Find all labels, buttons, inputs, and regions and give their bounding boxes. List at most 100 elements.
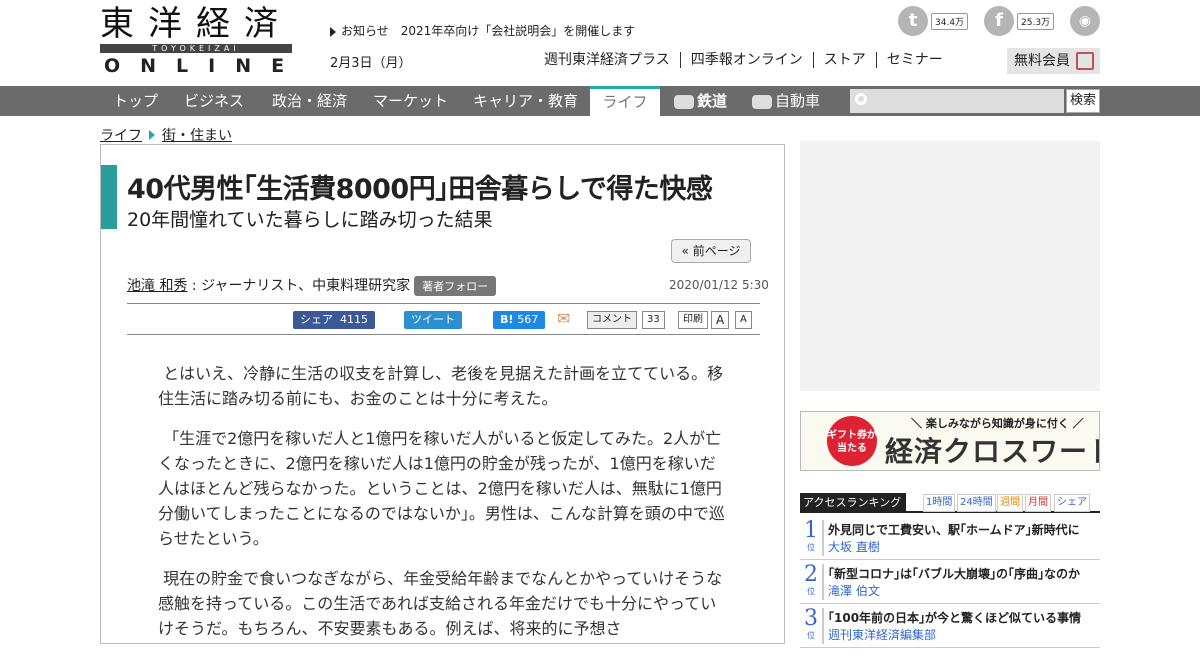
rank-title: ｢新型コロナ｣は｢バブル大崩壊｣の｢序曲｣なのか bbox=[828, 567, 1081, 581]
hatena-count: 567 bbox=[517, 313, 539, 326]
rank-number: 1 bbox=[804, 518, 818, 543]
comment-count: 33 bbox=[642, 311, 665, 329]
nav-politics-economy[interactable]: 政治・経済 bbox=[272, 86, 347, 116]
twitter-follow[interactable]: t 34.4万 bbox=[898, 6, 969, 36]
rss-link[interactable]: ◉ bbox=[1070, 6, 1100, 36]
ranking-item[interactable]: 2 位 ｢新型コロナ｣は｢バブル大崩壊｣の｢序曲｣なのか 滝澤 伯文 bbox=[800, 560, 1100, 604]
rss-icon: ◉ bbox=[1070, 6, 1100, 36]
print-button[interactable]: 印刷 bbox=[678, 311, 708, 329]
nav-top[interactable]: トップ bbox=[113, 86, 158, 116]
breadcrumb-life[interactable]: ライフ bbox=[100, 128, 142, 144]
site-header: 東洋経済 TOYOKEIZAI ONLINE お知らせ 2021年卒向け「会社説… bbox=[0, 0, 1200, 86]
nav-railway-label: 鉄道 bbox=[697, 92, 728, 110]
rank-unit: 位 bbox=[807, 543, 815, 552]
published-date: 2020/01/12 5:30 bbox=[669, 278, 769, 292]
link-toyo-plus[interactable]: 週刊東洋経済プラス bbox=[544, 52, 680, 68]
notice-link[interactable]: お知らせ 2021年卒向け「会社説明会」を開催します bbox=[330, 22, 635, 39]
crossword-banner[interactable]: ギフト券が当たる ＼ 楽しみながら知識が身に付く ／ 経済クロスワード bbox=[800, 411, 1100, 471]
paragraph-1: とはいえ、冷静に生活の収支を計算し、老後を見据えた計画を立てている。移住生活に踏… bbox=[158, 361, 728, 411]
follow-label: 著者フォロー bbox=[422, 280, 489, 293]
gift-icon bbox=[1076, 52, 1094, 70]
article: 40代男性｢生活費8000円｣田舎暮らしで得た快感 20年間憧れていた暮らしに踏… bbox=[100, 144, 785, 644]
breadcrumb: ライフ 街・住まい bbox=[100, 125, 232, 145]
rank-unit: 位 bbox=[807, 587, 815, 596]
nav-life[interactable]: ライフ bbox=[590, 86, 660, 116]
rank-author: 週刊東洋経済編集部 bbox=[828, 628, 937, 642]
train-icon bbox=[674, 94, 694, 109]
tweet-label: ツイート bbox=[411, 313, 455, 326]
rank-number: 2 bbox=[804, 562, 818, 587]
search-input[interactable] bbox=[850, 89, 1064, 113]
gift-badge: ギフト券が当たる bbox=[827, 416, 877, 466]
logo-band: TOYOKEIZAI bbox=[100, 44, 292, 53]
ranking-tab-share[interactable]: シェア bbox=[1054, 494, 1090, 512]
article-body: とはいえ、冷静に生活の収支を計算し、老後を見据えた計画を立てている。移住生活に踏… bbox=[158, 361, 728, 656]
ranking-tab-month[interactable]: 月間 bbox=[1025, 494, 1051, 512]
facebook-share-count: 4115 bbox=[340, 313, 368, 326]
link-seminar[interactable]: セミナー bbox=[875, 52, 953, 68]
current-date: 2月3日（月） bbox=[330, 56, 412, 71]
site-logo[interactable]: 東洋経済 TOYOKEIZAI ONLINE bbox=[100, 4, 292, 76]
author-line: 池滝 和秀 : ジャーナリスト、中東料理研究家 著者フォロー bbox=[127, 275, 497, 296]
font-small-button[interactable]: A bbox=[735, 311, 752, 329]
paragraph-2-text: 「生涯で2億円を稼いだ人と1億円を稼いだ人がいると仮定してみた。2人が亡くなった… bbox=[158, 429, 725, 548]
logo-online: ONLINE bbox=[104, 55, 305, 77]
rank-title: ｢100年前の日本｣が今と驚くほど似ている事情 bbox=[828, 611, 1082, 625]
car-icon bbox=[752, 94, 772, 109]
top-links: 週刊東洋経済プラス 四季報オンライン ストア セミナー bbox=[544, 52, 953, 68]
title-accent-bar bbox=[101, 165, 117, 229]
logo-kanji: 東洋経済 bbox=[100, 4, 292, 44]
ranking-item[interactable]: 1 位 外見同じで工費安い、駅｢ホームドア｣新時代に 大坂 直樹 bbox=[800, 516, 1100, 560]
article-subtitle: 20年間憧れていた暮らしに踏み切った結果 bbox=[127, 209, 493, 231]
ranking-label: アクセスランキング bbox=[800, 493, 906, 513]
facebook-share-button[interactable]: シェア 4115 bbox=[293, 311, 375, 329]
search-button[interactable]: 検索 bbox=[1066, 89, 1100, 113]
nav-career[interactable]: キャリア・教育 bbox=[473, 86, 578, 116]
nav-automobile-label: 自動車 bbox=[775, 92, 821, 110]
ranking-tab-24h[interactable]: 24時間 bbox=[957, 494, 996, 512]
ranking-tab-1h[interactable]: 1時間 bbox=[923, 494, 956, 512]
member-label: 無料会員 bbox=[1014, 53, 1070, 69]
link-store[interactable]: ストア bbox=[812, 52, 876, 68]
triangle-icon bbox=[330, 26, 336, 37]
follow-author-button[interactable]: 著者フォロー bbox=[414, 276, 497, 296]
rank-title: 外見同じで工費安い、駅｢ホームドア｣新時代に bbox=[828, 523, 1080, 537]
nav-railway[interactable]: 鉄道 bbox=[674, 86, 727, 116]
hatena-button[interactable]: B! 567 bbox=[493, 311, 546, 329]
hatena-label: B! bbox=[500, 313, 514, 326]
facebook-share-label: シェア bbox=[300, 313, 333, 326]
twitter-icon: t bbox=[898, 6, 928, 36]
banner-tagline: ＼ 楽しみながら知識が身に付く ／ bbox=[911, 417, 1084, 430]
facebook-follow[interactable]: f 25.3万 bbox=[984, 6, 1055, 36]
rank-divider bbox=[822, 520, 824, 556]
font-large-button[interactable]: A bbox=[711, 311, 730, 329]
twitter-count: 34.4万 bbox=[931, 12, 969, 30]
paragraph-3-text: 現在の貯金で食いつなぎながら、年金受給年齢までなんとかやっていけそうな感触を持っ… bbox=[158, 569, 723, 638]
banner-title: 経済クロスワード bbox=[885, 435, 1100, 468]
tweet-button[interactable]: ツイート bbox=[404, 311, 462, 329]
mail-icon[interactable]: ✉ bbox=[553, 311, 575, 329]
link-shikiho[interactable]: 四季報オンライン bbox=[679, 52, 813, 68]
comment-button[interactable]: コメント bbox=[587, 311, 637, 329]
author-role: : ジャーナリスト、中東料理研究家 bbox=[187, 278, 411, 294]
nav-automobile[interactable]: 自動車 bbox=[752, 86, 820, 116]
facebook-count: 25.3万 bbox=[1017, 12, 1055, 30]
ranking-item[interactable]: 3 位 ｢100年前の日本｣が今と驚くほど似ている事情 週刊東洋経済編集部 bbox=[800, 604, 1100, 648]
rank-number: 3 bbox=[804, 606, 818, 631]
breadcrumb-town[interactable]: 街・住まい bbox=[162, 128, 232, 144]
nav-market[interactable]: マーケット bbox=[373, 86, 448, 116]
article-title: 40代男性｢生活費8000円｣田舎暮らしで得た快感 bbox=[127, 174, 713, 205]
share-bar: シェア 4115 ツイート B! 567 ✉ コメント 33 印刷 A A bbox=[127, 303, 760, 335]
free-member-button[interactable]: 無料会員 bbox=[1007, 48, 1100, 74]
facebook-icon: f bbox=[984, 6, 1014, 36]
ranking-tab-week[interactable]: 週間 bbox=[997, 494, 1023, 512]
prev-page-button[interactable]: « 前ページ bbox=[671, 239, 751, 263]
ad-slot bbox=[800, 141, 1100, 391]
rank-unit: 位 bbox=[807, 631, 815, 640]
paragraph-2: 「生涯で2億円を稼いだ人と1億円を稼いだ人がいると仮定してみた。2人が亡くなった… bbox=[158, 426, 728, 551]
nav-business[interactable]: ビジネス bbox=[184, 86, 244, 116]
author-name[interactable]: 池滝 和秀 bbox=[127, 278, 187, 294]
rank-author: 滝澤 伯文 bbox=[828, 584, 880, 598]
search-icon bbox=[855, 93, 867, 105]
notice-text: お知らせ 2021年卒向け「会社説明会」を開催します bbox=[341, 24, 636, 38]
